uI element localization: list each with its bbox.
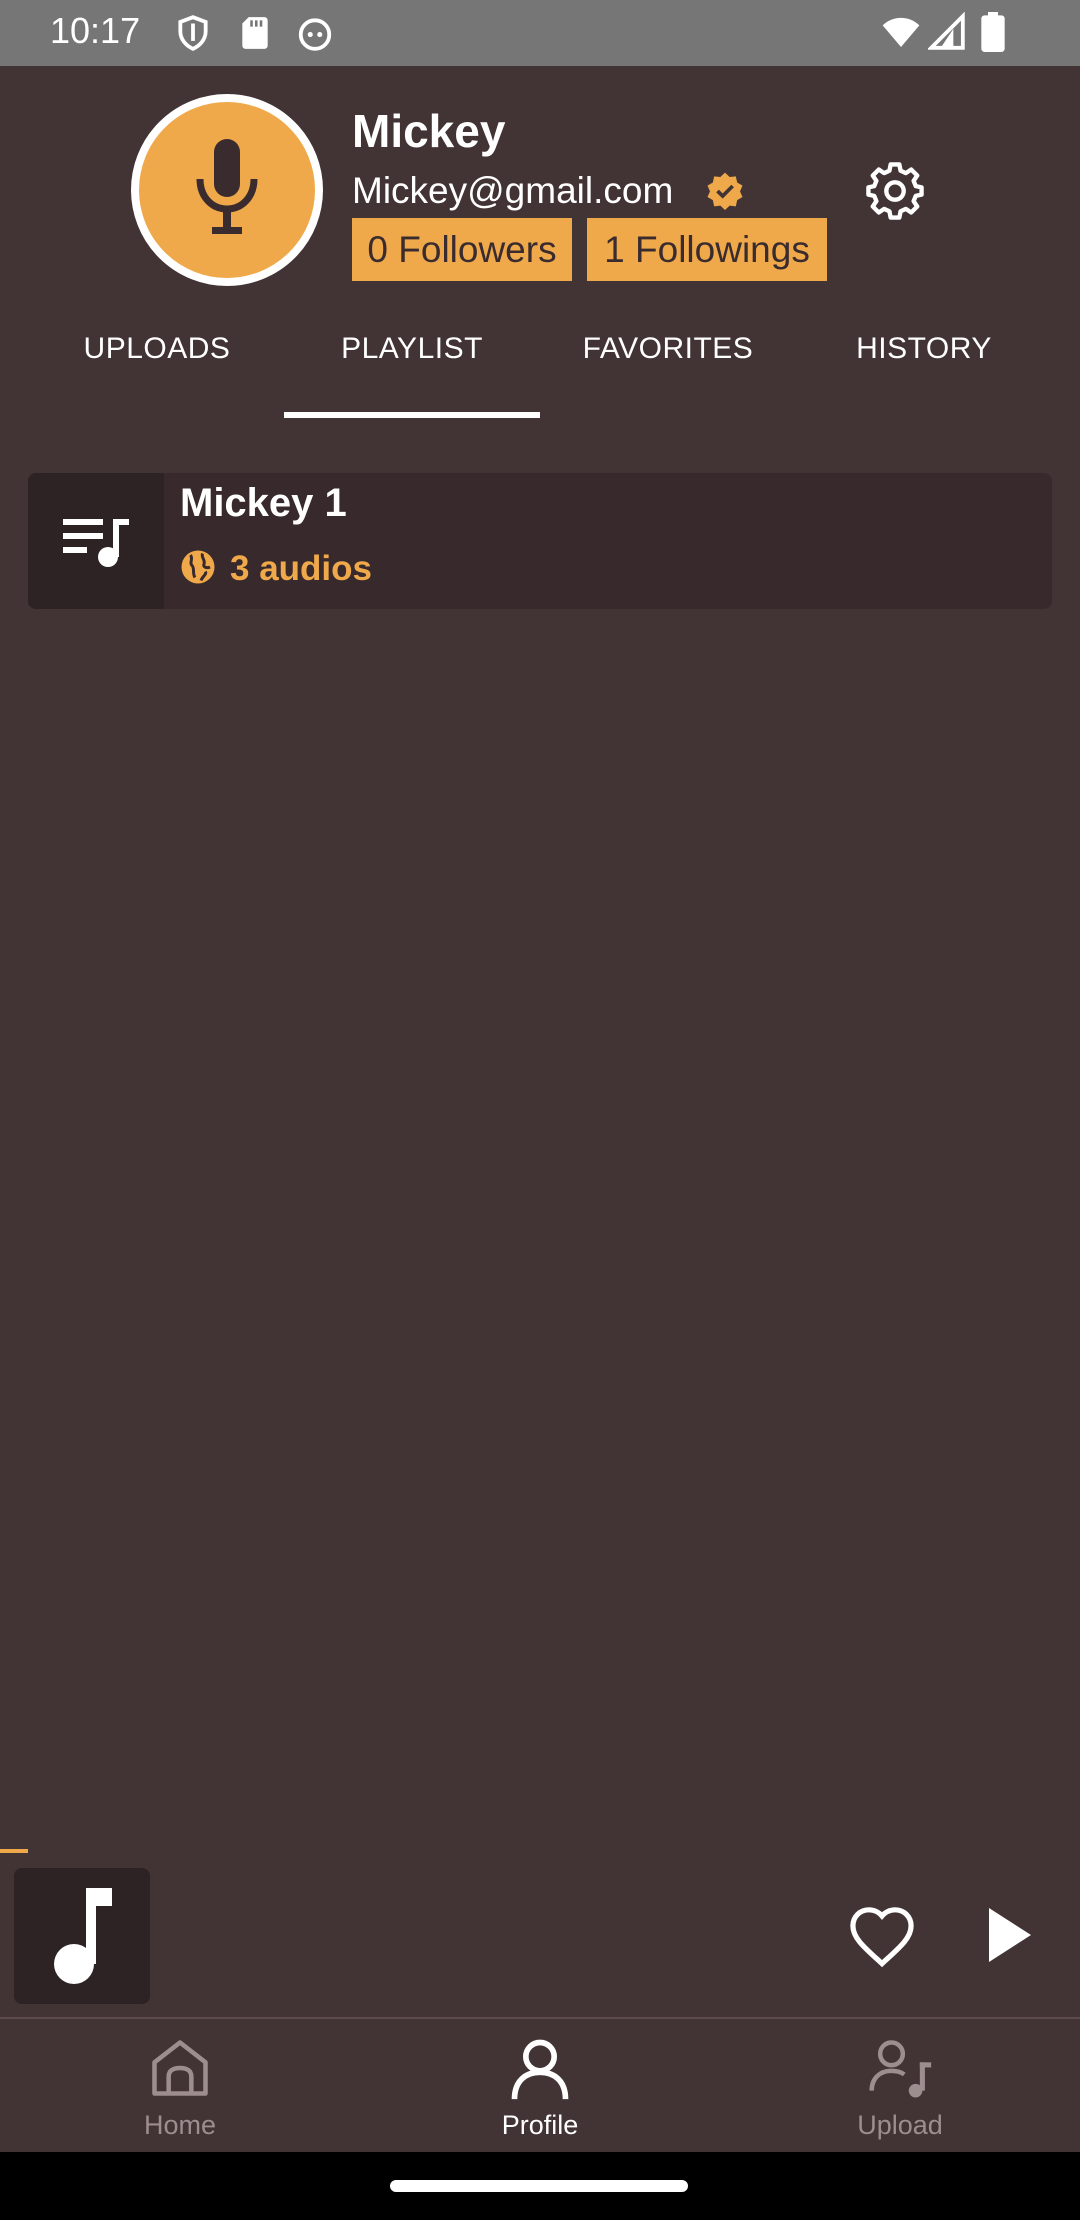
- avatar[interactable]: [131, 94, 323, 286]
- nav-home-label: Home: [143, 2110, 217, 2140]
- playlist-music-icon: [63, 519, 129, 567]
- profile-name: Mickey: [352, 105, 506, 157]
- status-bar: 10:17: [0, 0, 1080, 66]
- wifi-icon: [882, 17, 920, 47]
- nav-home[interactable]: Home: [0, 2020, 360, 2152]
- verified-badge-icon: [707, 172, 743, 210]
- play-icon[interactable]: [986, 1904, 1034, 1966]
- nav-profile-label: Profile: [501, 2110, 579, 2140]
- upload-music-icon: [869, 2040, 932, 2098]
- home-gesture-handle[interactable]: [390, 2180, 688, 2192]
- profile-email: Mickey@gmail.com: [352, 170, 674, 211]
- tab-playlist[interactable]: PLAYLIST: [284, 332, 540, 382]
- playlist-card[interactable]: Mickey 1 3 audios: [28, 473, 1052, 609]
- tab-favorites[interactable]: FAVORITES: [540, 332, 796, 382]
- nav-profile[interactable]: Profile: [360, 2020, 720, 2152]
- now-playing-artwork[interactable]: [14, 1868, 150, 2004]
- status-time: 10:17: [50, 10, 141, 51]
- nav-divider: [0, 2017, 1080, 2019]
- playlist-title: Mickey 1: [180, 481, 347, 525]
- nav-upload-label: Upload: [857, 2110, 943, 2140]
- playlist-thumbnail: [28, 473, 164, 609]
- battery-icon: [981, 12, 1005, 52]
- followers-button[interactable]: 0 Followers: [352, 218, 572, 281]
- tab-indicator: [284, 412, 540, 418]
- playlist-audio-count: 3 audios: [230, 549, 372, 588]
- shield-icon: [178, 15, 208, 51]
- sd-card-icon: [242, 17, 268, 49]
- nav-upload[interactable]: Upload: [720, 2020, 1080, 2152]
- tab-uploads[interactable]: UPLOADS: [40, 332, 274, 382]
- person-icon: [511, 2039, 569, 2100]
- tab-history[interactable]: HISTORY: [796, 332, 1052, 382]
- playback-progress-bar[interactable]: [0, 1849, 29, 1853]
- settings-gear-icon[interactable]: [866, 162, 924, 220]
- followings-button[interactable]: 1 Followings: [587, 218, 827, 281]
- favorite-heart-icon[interactable]: [846, 1904, 918, 1968]
- home-icon: [152, 2040, 208, 2096]
- microphone-icon: [196, 139, 258, 234]
- signal-icon: [928, 12, 965, 50]
- music-note-icon: [54, 1888, 112, 1984]
- app-notification-icon: [298, 18, 332, 51]
- globe-icon: [181, 550, 215, 584]
